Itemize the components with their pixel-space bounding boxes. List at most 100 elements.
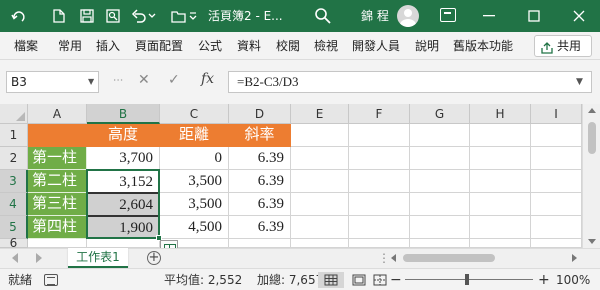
confirm-entry-icon[interactable]: ✓ (168, 72, 180, 88)
cell-a2[interactable]: 第一柱 (28, 147, 87, 170)
cell-i5[interactable] (531, 216, 582, 239)
row-header-1[interactable]: 1 (0, 124, 28, 147)
accessibility-icon[interactable] (44, 274, 58, 286)
zoom-out-button[interactable]: − (390, 269, 402, 290)
cell-g6[interactable] (410, 239, 470, 248)
formula-input[interactable]: =B2-C3/D3 (228, 71, 592, 93)
tab-review[interactable]: 校閱 (276, 32, 300, 60)
cell-c4[interactable]: 3,500 (160, 193, 229, 216)
autosave-icon[interactable] (6, 0, 32, 32)
cell-i1[interactable] (531, 124, 582, 147)
cell-a5[interactable]: 第四柱 (28, 216, 87, 239)
tab-data[interactable]: 資料 (237, 32, 261, 60)
row-header-4[interactable]: 4 (0, 193, 28, 216)
tab-help[interactable]: 說明 (415, 32, 439, 60)
cell-b1[interactable]: 高度 (87, 124, 160, 147)
cell-a4[interactable]: 第三柱 (28, 193, 87, 216)
column-header-g[interactable]: G (410, 104, 470, 124)
tab-formulas[interactable]: 公式 (198, 32, 222, 60)
name-box[interactable]: B3 (6, 71, 99, 93)
tab-insert[interactable]: 插入 (96, 32, 120, 60)
cell-f5[interactable] (349, 216, 410, 239)
cell-i2[interactable] (531, 147, 582, 170)
horizontal-scroll-thumb[interactable] (403, 254, 495, 262)
cell-h2[interactable] (470, 147, 531, 170)
cell-h4[interactable] (470, 193, 531, 216)
cell-e3[interactable] (291, 170, 349, 193)
cell-d5[interactable]: 6.39 (229, 216, 291, 239)
tab-developer[interactable]: 開發人員 (352, 32, 400, 60)
cell-b2[interactable]: 3,700 (87, 147, 160, 170)
column-header-c[interactable]: C (160, 104, 229, 124)
cell-f3[interactable] (349, 170, 410, 193)
cell-a6[interactable] (28, 239, 87, 248)
tab-view[interactable]: 檢視 (314, 32, 338, 60)
cell-g5[interactable] (410, 216, 470, 239)
cell-f2[interactable] (349, 147, 410, 170)
resize-handle-icon[interactable]: ⋮ (112, 75, 123, 84)
avatar[interactable] (397, 5, 419, 27)
column-header-d[interactable]: D (229, 104, 291, 124)
save-icon[interactable] (74, 0, 100, 32)
select-all-corner[interactable] (0, 104, 28, 124)
tab-legacy-features[interactable]: 舊版本功能 (453, 32, 513, 60)
zoom-in-button[interactable]: + (538, 269, 550, 290)
scroll-down-icon[interactable] (588, 239, 596, 244)
ribbon-display-icon[interactable] (440, 8, 456, 22)
cell-b4[interactable]: 2,604 (87, 193, 160, 216)
cell-d4[interactable]: 6.39 (229, 193, 291, 216)
cell-h3[interactable] (470, 170, 531, 193)
cell-g4[interactable] (410, 193, 470, 216)
column-header-e[interactable]: E (291, 104, 349, 124)
minimize-icon[interactable] (468, 0, 510, 32)
cell-a1[interactable] (28, 124, 87, 147)
cell-h6[interactable] (470, 239, 531, 248)
cell-f1[interactable] (349, 124, 410, 147)
zoom-level[interactable]: 100% (556, 269, 590, 290)
cell-e4[interactable] (291, 193, 349, 216)
share-button[interactable]: 共用 (534, 35, 592, 57)
normal-view-icon[interactable] (318, 272, 344, 288)
cell-g1[interactable] (410, 124, 470, 147)
cell-d6[interactable] (229, 239, 291, 248)
search-icon[interactable] (313, 6, 333, 26)
horizontal-scrollbar[interactable] (389, 252, 579, 265)
cell-c5[interactable]: 4,500 (160, 216, 229, 239)
column-header-f[interactable]: F (349, 104, 410, 124)
cell-i4[interactable] (531, 193, 582, 216)
vertical-scroll-thumb[interactable] (588, 122, 596, 154)
insert-function-icon[interactable]: fx (201, 71, 214, 87)
cell-f6[interactable] (349, 239, 410, 248)
cell-e2[interactable] (291, 147, 349, 170)
cell-c3[interactable]: 3,500 (160, 170, 229, 193)
tab-file[interactable]: 檔案 (14, 32, 38, 60)
row-header-3[interactable]: 3 (0, 170, 28, 193)
scroll-up-icon[interactable] (588, 108, 596, 113)
cell-b3[interactable]: 3,152 (87, 170, 160, 193)
cell-e1[interactable] (291, 124, 349, 147)
cell-i6[interactable] (531, 239, 582, 248)
row-header-6[interactable]: 6 (0, 237, 28, 249)
cell-i3[interactable] (531, 170, 582, 193)
row-header-2[interactable]: 2 (0, 147, 28, 170)
column-header-b[interactable]: B (87, 104, 160, 124)
next-sheet-icon[interactable] (36, 253, 42, 263)
vertical-scrollbar[interactable] (582, 104, 600, 248)
tab-page-layout[interactable]: 頁面配置 (135, 32, 183, 60)
column-header-i[interactable]: I (531, 104, 582, 124)
status-average[interactable]: 平均值: 2,552 (164, 269, 242, 290)
print-preview-icon[interactable] (100, 0, 126, 32)
page-layout-view-icon[interactable] (346, 272, 372, 288)
cell-h5[interactable] (470, 216, 531, 239)
new-file-icon[interactable] (46, 0, 72, 32)
zoom-slider-thumb[interactable] (465, 274, 469, 285)
cancel-entry-icon[interactable]: ✕ (138, 72, 150, 88)
cell-h1[interactable] (470, 124, 531, 147)
worksheet-grid[interactable]: A B C D E F G H I 1 2 3 4 5 6 高度 距離 斜率 第一柱 3,700 0 6.39 第二柱 3,1… (0, 104, 582, 256)
scroll-left-icon[interactable] (391, 254, 396, 262)
zoom-slider[interactable] (405, 279, 533, 280)
cell-g2[interactable] (410, 147, 470, 170)
cell-a3[interactable]: 第二柱 (28, 170, 87, 193)
cell-c1[interactable]: 距離 (160, 124, 229, 147)
scroll-right-icon[interactable] (572, 254, 577, 262)
